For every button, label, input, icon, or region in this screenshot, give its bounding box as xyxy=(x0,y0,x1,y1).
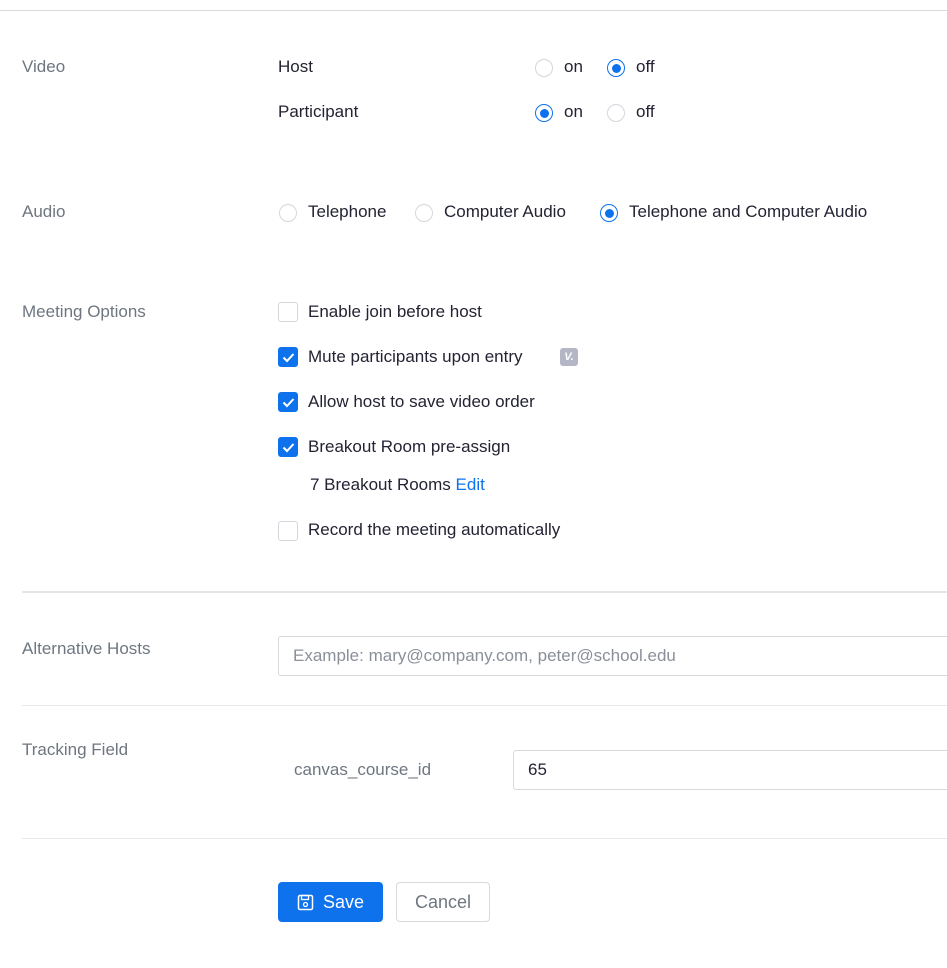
audio-telephone-radio[interactable] xyxy=(279,204,297,222)
mute-on-entry-checkbox[interactable] xyxy=(278,347,298,367)
section-divider xyxy=(22,591,947,593)
video-participant-on-radio[interactable] xyxy=(535,104,553,122)
checkmark-icon xyxy=(282,353,295,363)
floppy-disk-icon xyxy=(297,894,314,910)
video-host-on-radio[interactable] xyxy=(535,59,553,77)
video-host-label: Host xyxy=(278,57,313,76)
breakout-preassign-checkbox[interactable] xyxy=(278,437,298,457)
audio-computer-label[interactable]: Computer Audio xyxy=(444,202,566,222)
save-button-label: Save xyxy=(322,891,365,912)
top-divider xyxy=(0,10,947,11)
join-before-host-label[interactable]: Enable join before host xyxy=(308,302,482,322)
alternative-hosts-input[interactable] xyxy=(278,636,947,676)
cancel-button[interactable]: Cancel xyxy=(396,882,490,922)
tracking-field-name: canvas_course_id xyxy=(294,760,432,779)
audio-both-label[interactable]: Telephone and Computer Audio xyxy=(629,202,867,222)
video-participant-label: Participant xyxy=(278,102,359,121)
record-automatically-label[interactable]: Record the meeting automatically xyxy=(308,520,560,540)
record-automatically-checkbox[interactable] xyxy=(278,521,298,541)
mute-on-entry-label[interactable]: Mute participants upon entry xyxy=(308,347,523,367)
audio-telephone-label[interactable]: Telephone xyxy=(308,202,386,222)
save-button[interactable]: Save xyxy=(278,882,383,922)
feature-badge-icon: V. xyxy=(560,348,578,366)
video-section-label: Video xyxy=(22,57,66,76)
checkmark-icon xyxy=(282,443,295,453)
video-participant-off-label[interactable]: off xyxy=(636,102,655,122)
join-before-host-checkbox[interactable] xyxy=(278,302,298,322)
checkmark-icon xyxy=(282,398,295,408)
video-host-on-label[interactable]: on xyxy=(564,57,583,77)
breakout-rooms-edit-link[interactable]: Edit xyxy=(456,475,485,494)
save-video-order-checkbox[interactable] xyxy=(278,392,298,412)
video-participant-on-label[interactable]: on xyxy=(564,102,583,122)
video-host-off-radio[interactable] xyxy=(607,59,625,77)
meeting-options-label: Meeting Options xyxy=(22,302,146,321)
breakout-rooms-count: 7 Breakout Rooms xyxy=(310,475,451,494)
audio-computer-radio[interactable] xyxy=(415,204,433,222)
tracking-field-label: Tracking Field xyxy=(22,740,129,759)
alternative-hosts-label: Alternative Hosts xyxy=(22,639,151,658)
breakout-rooms-info: 7 Breakout Rooms Edit xyxy=(310,475,485,495)
section-divider xyxy=(22,705,947,706)
video-participant-off-radio[interactable] xyxy=(607,104,625,122)
breakout-preassign-label[interactable]: Breakout Room pre-assign xyxy=(308,437,510,457)
tracking-field-input[interactable] xyxy=(513,750,947,790)
save-video-order-label[interactable]: Allow host to save video order xyxy=(308,392,535,412)
video-host-off-label[interactable]: off xyxy=(636,57,655,77)
audio-section-label: Audio xyxy=(22,202,66,221)
audio-both-radio[interactable] xyxy=(600,204,618,222)
section-divider xyxy=(22,838,947,839)
